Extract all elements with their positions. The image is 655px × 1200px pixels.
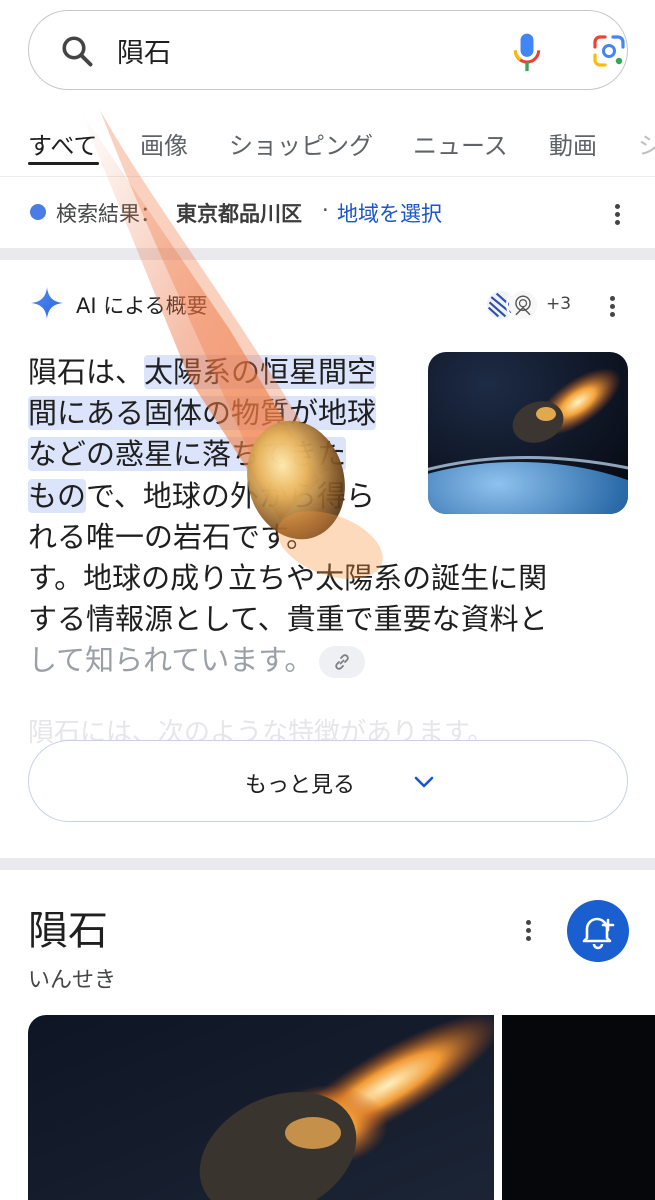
text-line: 隕石は、 — [28, 355, 145, 389]
knowledge-panel-more-icon[interactable] — [524, 918, 532, 946]
highlighted-text: などの惑星に落ちてきた — [28, 437, 347, 471]
source-avatars[interactable] — [484, 288, 546, 324]
text-line: れる唯一の岩石です。 — [28, 520, 316, 554]
source-avatar[interactable] — [506, 288, 540, 322]
sparkle-icon — [31, 287, 63, 319]
ai-overview-title: AI による概要 — [76, 294, 208, 318]
knowledge-panel-reading: いんせき — [28, 968, 117, 993]
highlighted-text: 間にある固体の物質が地球 — [28, 396, 377, 430]
text-line: で、地球の外から得ら — [86, 479, 375, 513]
divider — [0, 176, 655, 177]
show-more-button[interactable]: もっと見る — [28, 740, 628, 822]
meteor-picture — [28, 1015, 494, 1200]
meteor-thumbnail-image[interactable] — [428, 352, 628, 514]
location-prefix: 検索結果： — [56, 202, 161, 226]
tab-overflow[interactable]: シ — [638, 126, 655, 161]
link-icon — [335, 654, 350, 670]
active-tab-indicator — [28, 162, 99, 165]
show-more-label: もっと見る — [245, 773, 356, 798]
tab-images[interactable]: 画像 — [140, 126, 188, 161]
section-divider — [0, 248, 655, 260]
meteor-earth-picture — [428, 352, 628, 514]
location-more-icon[interactable] — [613, 202, 621, 230]
ai-overview-header: AI による概要 +3 — [0, 280, 655, 336]
tab-videos[interactable]: 動画 — [549, 126, 597, 161]
microphone-icon[interactable] — [511, 31, 543, 75]
tab-all[interactable]: すべて — [28, 126, 97, 161]
text-line: して知られています。 — [28, 643, 314, 677]
location-place: 東京都品川区 — [176, 202, 302, 226]
highlighted-text: もの — [28, 479, 87, 513]
choose-region-link[interactable]: 地域を選択 — [337, 198, 442, 228]
bell-add-icon — [582, 917, 615, 950]
text-line: す。地球の成り立ちや太陽系の誕生に関 — [28, 561, 548, 595]
knowledge-panel-main-image[interactable] — [28, 1015, 494, 1200]
ai-overview-more-icon[interactable] — [608, 294, 616, 322]
text-line: する情報源として、貴重で重要な資料と — [28, 602, 548, 636]
knowledge-panel-secondary-image[interactable] — [502, 1015, 655, 1200]
location-bar: 検索結果： 東京都品川区 · 地域を選択 — [0, 190, 655, 238]
section-divider — [0, 858, 655, 870]
tab-shopping[interactable]: ショッピング — [229, 126, 373, 161]
citation-link-chip[interactable] — [319, 646, 366, 678]
tab-news[interactable]: ニュース — [413, 126, 508, 161]
location-separator: · — [322, 198, 329, 222]
search-input[interactable]: 隕石 — [117, 31, 171, 70]
search-tabs: すべて 画像 ショッピング ニュース 動画 シ — [0, 118, 655, 178]
knowledge-panel-title: 隕石 — [28, 908, 108, 954]
chevron-down-icon — [414, 776, 434, 788]
search-bar[interactable]: 隕石 — [28, 10, 628, 90]
highlighted-text: 太陽系の恒星間空 — [144, 355, 377, 389]
follow-alert-button[interactable] — [567, 900, 629, 962]
source-count[interactable]: +3 — [546, 294, 571, 314]
google-lens-icon[interactable] — [591, 33, 627, 69]
search-icon[interactable] — [59, 33, 95, 69]
location-dot-icon — [30, 204, 46, 220]
